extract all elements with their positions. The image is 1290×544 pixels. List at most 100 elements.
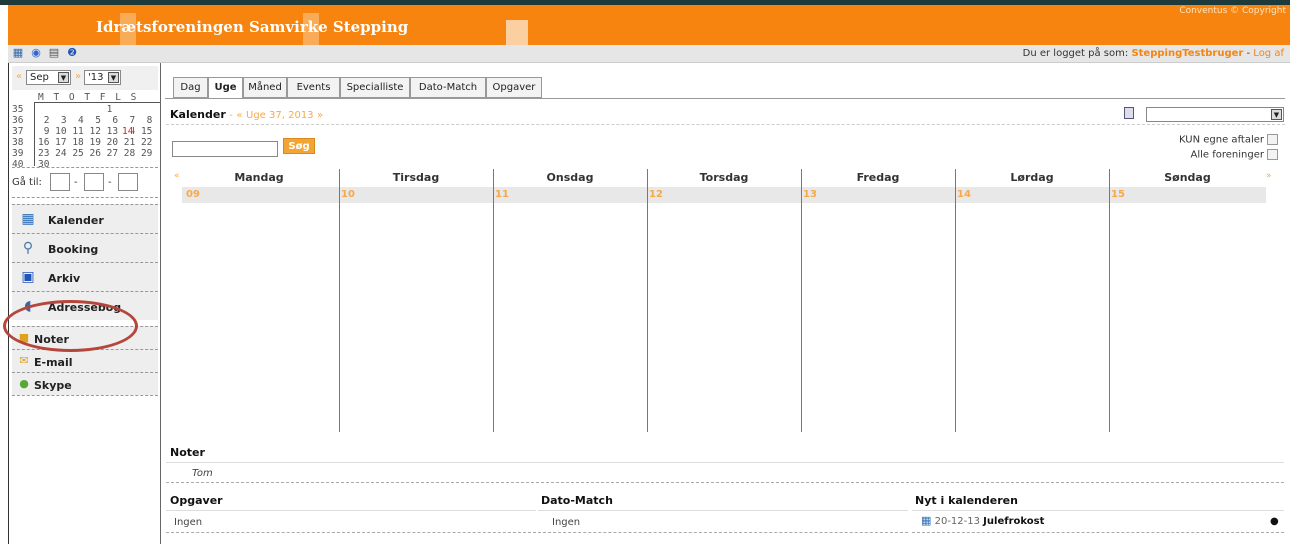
- username[interactable]: SteppingTestbruger: [1131, 48, 1243, 59]
- day-date[interactable]: 10: [341, 189, 355, 200]
- goto-month-input[interactable]: [84, 173, 104, 191]
- search-button[interactable]: Søg: [283, 138, 315, 154]
- left-border: [8, 63, 9, 544]
- week-number[interactable]: 35: [12, 104, 23, 115]
- today-date[interactable]: 14: [122, 126, 134, 137]
- copyright[interactable]: Conventus © Copyright: [1179, 6, 1286, 16]
- mini-calendar: M T O T F L S 35 36 37 38 39 40 1 2 3 4 …: [12, 90, 160, 170]
- sidebar-item-arkiv[interactable]: ▣ Arkiv: [12, 262, 158, 291]
- highlight-circle: [3, 300, 138, 352]
- refresh-icon[interactable]: ◉: [30, 47, 42, 59]
- document-icon[interactable]: [1124, 107, 1134, 119]
- week-number[interactable]: 37: [12, 126, 23, 137]
- chevron-down-icon: ▼: [58, 72, 69, 83]
- week-row-current[interactable]: 9 10 11 12 13 14 15: [38, 126, 153, 137]
- menu-end: [12, 395, 158, 396]
- day-header: Fredag: [856, 171, 900, 184]
- own-only-filter[interactable]: KUN egne aftaler: [1179, 134, 1278, 146]
- check-circle-icon[interactable]: ●: [1270, 516, 1279, 527]
- sidebar-item-skype[interactable]: ● Skype: [12, 372, 158, 395]
- week-row[interactable]: 1: [38, 104, 113, 115]
- day-date[interactable]: 14: [957, 189, 971, 200]
- sidebar-divider: [160, 63, 161, 544]
- tasks-title: Opgaver: [170, 494, 223, 507]
- goto-separator: -: [74, 177, 78, 188]
- all-clubs-label: Alle foreninger: [1190, 149, 1264, 161]
- calendar-filter-select[interactable]: ▼: [1146, 107, 1284, 122]
- next-week-arrow[interactable]: »: [1266, 171, 1272, 181]
- day-date[interactable]: 09: [186, 189, 200, 200]
- tab-underline: [165, 98, 1285, 99]
- next-week-arrow[interactable]: »: [317, 110, 323, 121]
- year-select[interactable]: '13 ▼: [84, 70, 121, 85]
- login-status: Du er logget på som: SteppingTestbruger …: [1023, 48, 1284, 59]
- section-divider: [166, 532, 536, 533]
- day-date[interactable]: 15: [1111, 189, 1125, 200]
- week-number[interactable]: 39: [12, 148, 23, 159]
- day-column-divider: [801, 169, 802, 432]
- print-icon[interactable]: ▤: [48, 47, 60, 59]
- prev-week-arrow[interactable]: «: [236, 110, 242, 121]
- section-divider: [166, 462, 1284, 463]
- day-header: Tirsdag: [392, 171, 440, 184]
- week-row[interactable]: 23 24 25 26 27 28 29: [38, 148, 152, 159]
- day-column-divider: [493, 169, 494, 432]
- datematch-body: Ingen: [552, 517, 581, 528]
- tab-uge[interactable]: Uge: [208, 77, 243, 99]
- own-only-checkbox[interactable]: [1267, 134, 1278, 145]
- day-date[interactable]: 12: [649, 189, 663, 200]
- tab-events[interactable]: Events: [287, 77, 340, 98]
- day-header: Torsdag: [699, 171, 749, 184]
- day-date[interactable]: 11: [495, 189, 509, 200]
- all-clubs-checkbox[interactable]: [1267, 149, 1278, 160]
- goto-separator: -: [108, 177, 112, 188]
- tab-specialliste[interactable]: Specialliste: [340, 77, 410, 98]
- login-prefix: Du er logget på som:: [1022, 48, 1129, 59]
- tab-dag[interactable]: Dag: [173, 77, 208, 98]
- tab-dato-match[interactable]: Dato-Match: [410, 77, 486, 98]
- next-month-arrow[interactable]: »: [75, 71, 81, 82]
- section-divider: [912, 510, 1284, 511]
- day-column-divider: [339, 169, 340, 432]
- goto-day-input[interactable]: [50, 173, 70, 191]
- day-column-divider: [955, 169, 956, 432]
- prev-month-arrow[interactable]: «: [16, 71, 22, 82]
- section-divider: [166, 482, 1284, 483]
- tab-opgaver[interactable]: Opgaver: [486, 77, 542, 98]
- month-select[interactable]: Sep ▼: [26, 70, 71, 85]
- sidebar-item-kalender[interactable]: ▦ Kalender: [12, 204, 158, 233]
- section-divider: [166, 510, 536, 511]
- week-row-text: 9 10 11 12 13 14 15: [38, 126, 153, 137]
- day-header: Lørdag: [1010, 171, 1054, 184]
- heading-divider: [166, 124, 1285, 125]
- week-number[interactable]: 38: [12, 137, 23, 148]
- logout-link[interactable]: Log af: [1253, 48, 1284, 59]
- all-clubs-filter[interactable]: Alle foreninger: [1191, 149, 1278, 161]
- news-title: Nyt i kalenderen: [915, 494, 1018, 507]
- section-divider: [538, 532, 908, 533]
- day-column-divider: [1109, 169, 1110, 432]
- sidebar-item-email[interactable]: ✉ E-mail: [12, 349, 158, 372]
- login-separator: -: [1246, 48, 1251, 59]
- week-row[interactable]: 2 3 4 5 6 7 8: [38, 115, 153, 126]
- calendar-title: Kalender: [170, 108, 226, 121]
- news-item[interactable]: ▦ 20-12-13 Julefrokost: [921, 514, 1044, 527]
- week-row[interactable]: 16 17 18 19 20 21 22: [38, 137, 152, 148]
- day-date[interactable]: 13: [803, 189, 817, 200]
- sidebar-item-label: Skype: [34, 379, 72, 392]
- tab-maaned[interactable]: Måned: [243, 77, 287, 98]
- calendar-icon[interactable]: ▦: [12, 47, 24, 59]
- search-input[interactable]: [172, 141, 278, 157]
- toolbar: ▦ ◉ ▤ ❷ Du er logget på som: SteppingTes…: [8, 45, 1290, 63]
- sidebar-item-booking[interactable]: ⚲ Booking: [12, 233, 158, 262]
- help-icon[interactable]: ❷: [66, 47, 78, 59]
- prev-week-arrow[interactable]: «: [174, 171, 180, 181]
- booking-icon: ⚲: [22, 240, 34, 256]
- week-number[interactable]: 36: [12, 115, 23, 126]
- goto-year-input[interactable]: [118, 173, 138, 191]
- calendar-heading: Kalender - « Uge 37, 2013 »: [170, 108, 323, 121]
- tasks-body: Ingen: [174, 517, 203, 528]
- title-separator: -: [229, 110, 233, 121]
- news-item-date: 20-12-13: [934, 516, 980, 527]
- day-header: Søndag: [1164, 171, 1211, 184]
